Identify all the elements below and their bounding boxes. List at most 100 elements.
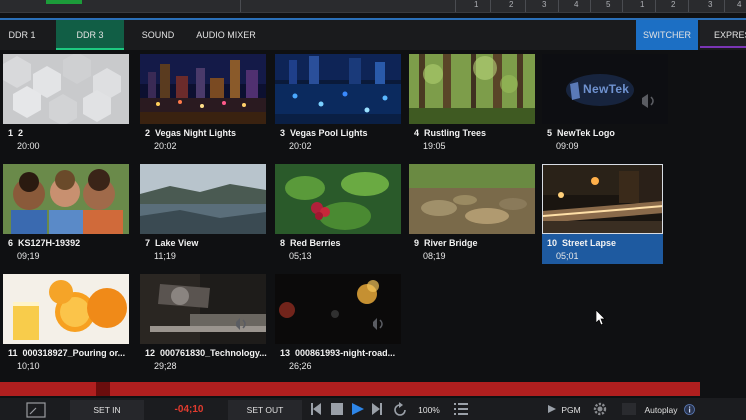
pgm-play-icon [548, 405, 556, 413]
tab-ddr3[interactable]: DDR 3 [56, 20, 124, 50]
clip-name: River Bridge [424, 238, 478, 248]
clip-name: Vegas Pool Lights [290, 128, 368, 138]
timeline-number: 2 [671, 0, 676, 9]
timeline-number: 3 [542, 0, 547, 9]
skip-back-icon[interactable] [310, 402, 322, 416]
clip-duration: 20:02 [154, 141, 177, 151]
clip-item[interactable]: 3 Vegas Pool Lights 20:02 [275, 54, 401, 158]
clip-item[interactable]: 7 Lake View 11;19 [140, 164, 266, 268]
transport-bar: SET IN -04;10 SET OUT 100% PGM Autoplay [0, 398, 746, 420]
clip-name: 000318927_Pouring or... [22, 348, 126, 358]
speed-readout[interactable]: 100% [414, 400, 444, 420]
clip-item[interactable]: 1 2 20:00 [3, 54, 129, 158]
timeline-number: 1 [640, 0, 645, 9]
timeline-number: 2 [509, 0, 514, 9]
clip-thumbnail [3, 54, 129, 124]
clip-thumbnail [3, 274, 129, 344]
clip-number: 6 [8, 238, 14, 248]
timeline-divider [455, 0, 456, 12]
timeline-divider [590, 0, 591, 12]
clip-number: 9 [414, 238, 420, 248]
gear-icon[interactable] [592, 401, 608, 417]
clip-item[interactable]: 4 Rustling Trees 19:05 [409, 54, 535, 158]
timeline-divider [240, 0, 241, 12]
clip-item[interactable]: 12 000761830_Technology... 29;28 [140, 274, 267, 378]
tab-audio-mixer[interactable]: AUDIO MIXER [190, 20, 262, 50]
skip-forward-icon[interactable] [371, 402, 383, 416]
timeline-divider [724, 0, 725, 12]
clip-duration: 26;26 [289, 361, 312, 371]
clip-thumbnail [3, 164, 129, 234]
clip-item[interactable]: NewTek 5 NewTek Logo 09:09 [542, 54, 668, 158]
timeline-number: 4 [737, 0, 742, 9]
clip-name: Lake View [155, 238, 199, 248]
timeline-divider [490, 0, 491, 12]
loop-icon[interactable] [392, 402, 408, 418]
timeline-divider [655, 0, 656, 12]
clip-thumbnail [542, 164, 663, 234]
clip-duration: 11;19 [154, 251, 176, 261]
clip-name: KS127H-19392 [18, 238, 81, 248]
clip-thumbnail [140, 164, 266, 234]
clip-number: 7 [145, 238, 151, 248]
clip-thumbnail [275, 274, 401, 344]
clip-duration: 05;13 [289, 251, 312, 261]
timeline-number: 4 [574, 0, 579, 9]
clip-number: 8 [280, 238, 286, 248]
timeline-active-marker [46, 0, 82, 4]
clip-item[interactable]: 6 KS127H-19392 09;19 [3, 164, 129, 268]
clip-item-selected[interactable]: 10 Street Lapse 05;01 [542, 164, 663, 264]
clip-name: Red Berries [290, 238, 341, 248]
tab-express[interactable]: EXPRESS [700, 20, 746, 48]
clip-thumbnail [140, 54, 266, 124]
clip-name: NewTek Logo [557, 128, 615, 138]
pgm-button[interactable]: PGM [558, 400, 584, 420]
clip-thumbnail [275, 164, 401, 234]
clip-name: Vegas Night Lights [155, 128, 237, 138]
clip-duration: 09:09 [556, 141, 579, 151]
clip-name: 000761830_Technology... [160, 348, 267, 358]
tab-switcher[interactable]: SWITCHER [636, 20, 698, 50]
tab-sound[interactable]: SOUND [136, 20, 180, 50]
clip-number: 12 [145, 348, 156, 358]
playlist-icon[interactable] [454, 402, 468, 416]
clip-item[interactable]: 8 Red Berries 05;13 [275, 164, 401, 268]
clip-name: 2 [18, 128, 24, 138]
clip-item[interactable]: 2 Vegas Night Lights 20:02 [140, 54, 266, 158]
clip-name: Rustling Trees [424, 128, 487, 138]
clip-item[interactable]: 9 River Bridge 08;19 [409, 164, 535, 268]
clip-number: 5 [547, 128, 553, 138]
clip-thumbnail [409, 164, 535, 234]
tab-bar: DDR 1 DDR 3 SOUND AUDIO MIXER SWITCHER E… [0, 18, 746, 50]
clip-thumbnail [275, 54, 401, 124]
clip-item[interactable]: 11 000318927_Pouring or... 10;10 [3, 274, 129, 378]
clip-duration: 29;28 [154, 361, 177, 371]
clip-item[interactable]: 13 000861993-night-road... 26;26 [275, 274, 401, 378]
clip-name: Street Lapse [562, 238, 617, 248]
clip-number: 1 [8, 128, 14, 138]
set-out-button[interactable]: SET OUT [228, 400, 302, 420]
clip-number: 10 [547, 238, 558, 248]
autoplay-checkbox[interactable] [622, 403, 636, 415]
clip-duration: 20:00 [17, 141, 40, 151]
info-icon[interactable] [684, 404, 695, 415]
timeline-divider [525, 0, 526, 12]
clip-name: 000861993-night-road... [295, 348, 396, 358]
clip-thumbnail [409, 54, 535, 124]
fullscreen-icon[interactable] [26, 402, 46, 418]
timeline-divider [688, 0, 689, 12]
stop-icon[interactable] [330, 402, 344, 416]
set-in-button[interactable]: SET IN [70, 400, 144, 420]
clip-bin: 1 2 20:00 2 Vegas Night Lights 20:02 3 V… [0, 50, 700, 380]
newtek-logo: NewTek [583, 82, 630, 96]
timeline-divider [622, 0, 623, 12]
mouse-cursor-icon [596, 310, 606, 326]
clip-duration: 09;19 [17, 251, 40, 261]
tab-ddr1[interactable]: DDR 1 [0, 20, 44, 50]
clip-thumbnail [140, 274, 266, 344]
play-icon[interactable] [351, 402, 365, 416]
clip-number: 2 [145, 128, 151, 138]
timeline-divider [558, 0, 559, 12]
clip-position-marker[interactable] [96, 382, 110, 396]
timeline-strip[interactable]: 1 2 3 4 5 1 2 3 4 [0, 0, 746, 13]
